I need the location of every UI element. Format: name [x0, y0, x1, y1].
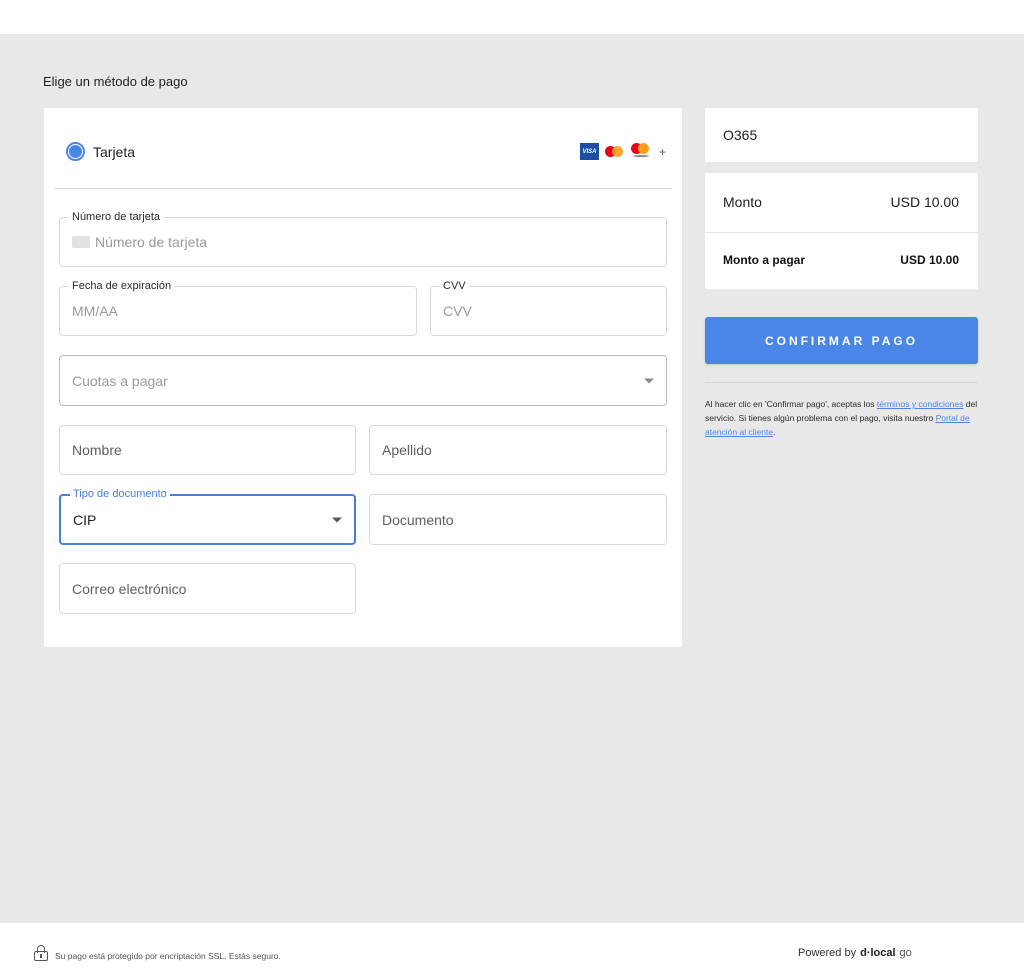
first-name-placeholder: Nombre: [72, 442, 122, 458]
section-title: Elige un método de pago: [43, 74, 188, 89]
card-number-placeholder: Número de tarjeta: [95, 234, 208, 250]
document-placeholder: Documento: [382, 511, 454, 528]
payment-method-label: Tarjeta: [93, 143, 136, 160]
expiry-placeholder: MM/AA: [72, 303, 118, 319]
document-type-legend: Tipo de documento: [70, 488, 170, 501]
top-bar: [0, 0, 1024, 34]
legal-suffix: .: [773, 427, 776, 437]
radio-button[interactable]: [66, 142, 85, 161]
total-value: USD 10.00: [900, 253, 959, 267]
amount-label: Monto: [723, 194, 762, 210]
document-field[interactable]: Documento: [369, 494, 667, 545]
last-name-field[interactable]: Apellido: [369, 425, 667, 475]
divider: [705, 382, 978, 383]
expiry-legend: Fecha de expiración: [69, 280, 175, 293]
card-brand-logos: VISA +: [579, 143, 666, 160]
cvv-field[interactable]: CVV CVV: [430, 280, 667, 336]
visa-icon: VISA: [579, 143, 599, 160]
security-notice: Su pago está protegido por encriptación …: [55, 951, 281, 961]
email-placeholder: Correo electrónico: [72, 580, 187, 597]
credit-card-icon: [72, 236, 90, 249]
radio-selected-dot: [69, 145, 82, 158]
legal-notice: Al hacer clic en 'Confirmar pago', acept…: [705, 397, 978, 439]
more-brands-indicator: +: [658, 144, 666, 159]
expiry-date-field[interactable]: Fecha de expiración MM/AA: [59, 280, 417, 336]
installments-placeholder: Cuotas a pagar: [72, 372, 168, 389]
mastercard-icon: [604, 145, 625, 159]
total-row: Monto a pagar USD 10.00: [723, 253, 959, 267]
terms-link[interactable]: términos y condiciones: [877, 399, 963, 409]
powered-by-label: Powered by: [798, 947, 857, 959]
cvv-placeholder: CVV: [443, 303, 472, 319]
total-label: Monto a pagar: [723, 253, 806, 267]
powered-by: Powered by d·local go: [798, 947, 912, 959]
amount-box: Monto USD 10.00 Monto a pagar USD 10.00: [705, 173, 978, 289]
card-number-legend: Número de tarjeta: [69, 211, 164, 224]
confirm-payment-button[interactable]: CONFIRMAR PAGO: [705, 317, 978, 364]
last-name-placeholder: Apellido: [382, 442, 432, 458]
amount-row: Monto USD 10.00: [723, 194, 959, 210]
installments-select[interactable]: Cuotas a pagar: [59, 355, 667, 406]
chevron-down-icon: [332, 517, 342, 522]
divider: [54, 188, 672, 189]
lock-icon: [34, 945, 48, 961]
document-type-value: CIP: [73, 511, 97, 528]
order-code: O365: [723, 127, 758, 143]
dlocal-logo: d·local: [860, 947, 896, 959]
cvv-legend: CVV: [440, 280, 469, 293]
first-name-field[interactable]: Nombre: [59, 425, 356, 475]
card-number-field[interactable]: Número de tarjeta Número de tarjeta: [59, 211, 667, 267]
dlocal-logo-suffix: go: [899, 947, 912, 959]
payment-form-card: Tarjeta VISA + Número de tarjeta Número …: [44, 108, 682, 647]
maestro-icon: [630, 143, 651, 160]
amount-value: USD 10.00: [890, 194, 959, 210]
divider: [705, 232, 978, 233]
email-field[interactable]: Correo electrónico: [59, 563, 356, 614]
document-type-select[interactable]: Tipo de documento CIP: [59, 488, 356, 545]
chevron-down-icon: [644, 378, 654, 383]
order-summary-box: O365: [705, 108, 978, 162]
legal-prefix: Al hacer clic en 'Confirmar pago', acept…: [705, 399, 877, 409]
payment-method-option[interactable]: Tarjeta: [66, 142, 135, 161]
card-number-placeholder-wrap: Número de tarjeta: [72, 234, 207, 250]
